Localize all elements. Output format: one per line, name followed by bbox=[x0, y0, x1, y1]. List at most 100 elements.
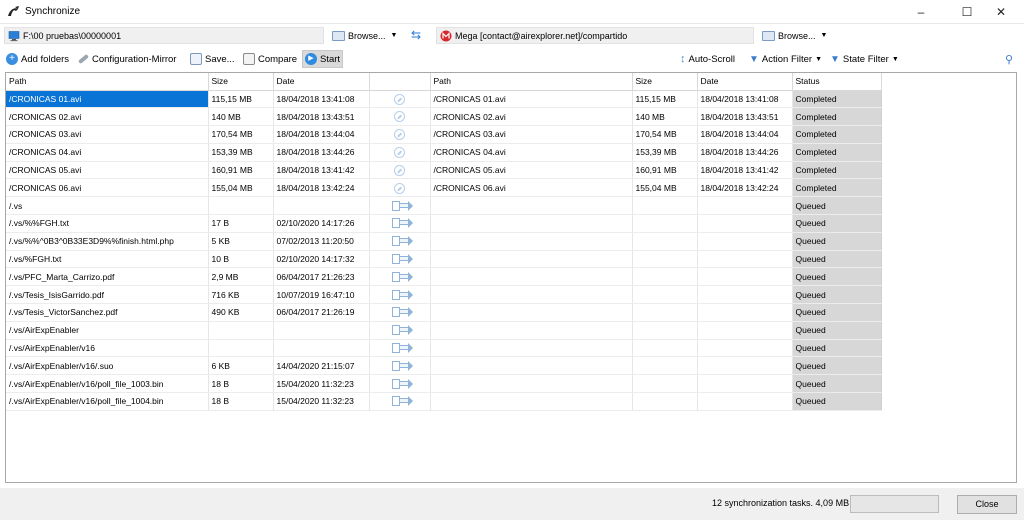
left-browse-button[interactable]: Browse... ▼ bbox=[330, 27, 397, 44]
left-date-cell: 10/07/2019 16:47:10 bbox=[273, 285, 370, 305]
table-row[interactable]: /.vs/AirExpEnabler/v16 Queued bbox=[6, 339, 882, 358]
right-path-value: Mega [contact@airexplorer.net]/compartid… bbox=[455, 31, 628, 41]
status-cell: Completed bbox=[792, 161, 882, 180]
close-window-button[interactable]: ✕ bbox=[978, 0, 1024, 24]
compare-label: Compare bbox=[258, 53, 298, 65]
empty-cell bbox=[6, 410, 208, 428]
table-row[interactable]: /.vs/Tesis_IsisGarrido.pdf 716 KB 10/07/20… bbox=[6, 285, 882, 305]
right-path-cell bbox=[430, 303, 633, 322]
status-cell: Queued bbox=[792, 321, 882, 340]
sync-grid[interactable]: Path Size Date Path Size Date Status /CR… bbox=[5, 72, 1017, 483]
table-row[interactable]: /.vs Queued bbox=[6, 196, 882, 216]
right-date-cell bbox=[697, 214, 793, 233]
left-path-field[interactable]: F:\00 pruebas\00000001 bbox=[4, 27, 324, 44]
right-size-cell bbox=[632, 339, 698, 358]
table-row[interactable]: /.vs/%%^0B3^0B33E3D9%%finish.html.php 5 K… bbox=[6, 232, 882, 251]
left-path-cell: /CRONICAS 02.avi bbox=[6, 107, 209, 127]
right-path-header[interactable]: Path bbox=[430, 73, 633, 91]
right-date-header[interactable]: Date bbox=[697, 73, 793, 91]
left-size-cell bbox=[208, 196, 274, 216]
left-size-header[interactable]: Size bbox=[208, 73, 274, 91]
table-row[interactable]: /.vs/AirExpEnabler Queued bbox=[6, 321, 882, 340]
right-date-cell bbox=[697, 232, 793, 251]
copy-right-icon bbox=[388, 271, 413, 283]
action-header[interactable] bbox=[369, 73, 431, 91]
configuration-button[interactable]: Configuration-Mirror bbox=[76, 50, 178, 68]
compare-button[interactable]: Compare bbox=[241, 50, 299, 68]
status-header[interactable]: Status bbox=[792, 73, 882, 91]
window-title: Synchronize bbox=[25, 6, 81, 17]
copy-right-icon bbox=[388, 253, 413, 265]
left-date-cell: 18/04/2018 13:41:42 bbox=[273, 161, 370, 180]
right-path-cell: /CRONICAS 05.avi bbox=[430, 161, 633, 180]
left-date-header[interactable]: Date bbox=[273, 73, 370, 91]
action-cell bbox=[369, 250, 431, 269]
app-logo-icon bbox=[8, 6, 19, 16]
play-icon: ▶ bbox=[305, 53, 317, 65]
left-path-value: F:\00 pruebas\00000001 bbox=[23, 31, 122, 41]
table-row[interactable]: /CRONICAS 04.avi 153,39 MB 18/04/2018 13:4… bbox=[6, 143, 882, 162]
right-date-cell bbox=[697, 196, 793, 216]
empty-cell bbox=[369, 464, 430, 482]
left-path-cell: /.vs/%FGH.txt bbox=[6, 250, 209, 269]
auto-scroll-icon: ↕ bbox=[680, 53, 686, 65]
table-row[interactable]: /CRONICAS 06.avi 155,04 MB 18/04/2018 13:4… bbox=[6, 178, 882, 198]
right-path-cell bbox=[430, 374, 633, 394]
action-cell bbox=[369, 143, 431, 162]
table-body: /CRONICAS 01.avi 115,15 MB 18/04/2018 13:4… bbox=[6, 90, 882, 482]
status-footer: 12 synchronization tasks. 4,09 MB Close bbox=[0, 488, 1024, 520]
table-row[interactable]: /.vs/%%FGH.txt 17 B 02/10/2020 14:17:26 Que… bbox=[6, 214, 882, 233]
start-button[interactable]: ▶ Start bbox=[302, 50, 344, 68]
left-date-cell bbox=[273, 339, 370, 358]
save-button[interactable]: Save... bbox=[188, 50, 237, 68]
search-button[interactable]: ⚲ bbox=[1003, 50, 1015, 68]
auto-scroll-label: Auto-Scroll bbox=[688, 53, 735, 65]
empty-cell bbox=[273, 446, 369, 464]
right-size-header[interactable]: Size bbox=[632, 73, 698, 91]
action-filter-dropdown[interactable]: ▼ Action Filter ▼ bbox=[747, 50, 824, 68]
left-path-cell: /CRONICAS 04.avi bbox=[6, 143, 209, 162]
left-path-header[interactable]: Path bbox=[6, 73, 209, 91]
table-row[interactable]: /CRONICAS 05.avi 160,91 MB 18/04/2018 13:4… bbox=[6, 161, 882, 180]
left-size-cell: 490 KB bbox=[208, 303, 274, 322]
left-path-cell: /.vs/AirExpEnabler/v16/poll_file_1003.bi… bbox=[6, 374, 209, 394]
swap-icon[interactable]: ⇆ bbox=[406, 29, 426, 43]
table-row[interactable]: /.vs/Tesis_VictorSanchez.pdf 490 KB 06/04/… bbox=[6, 303, 882, 322]
table-row[interactable]: /CRONICAS 03.avi 170,54 MB 18/04/2018 13:4… bbox=[6, 125, 882, 144]
right-path-cell bbox=[430, 356, 633, 376]
table-row[interactable]: /.vs/%FGH.txt 10 B 02/10/2020 14:17:32 Queu… bbox=[6, 250, 882, 269]
right-path-cell: /CRONICAS 04.avi bbox=[430, 143, 633, 162]
copy-right-icon bbox=[388, 378, 413, 390]
table-row[interactable]: /CRONICAS 02.avi 140 MB 18/04/2018 13:43:5… bbox=[6, 107, 882, 127]
status-cell: Queued bbox=[792, 356, 882, 376]
table-row[interactable]: /.vs/PFC_Marta_Carrizo.pdf 2,9 MB 06/04/20… bbox=[6, 267, 882, 287]
right-browse-button[interactable]: Browse... ▼ bbox=[760, 27, 827, 44]
auto-scroll-toggle[interactable]: ↕ Auto-Scroll bbox=[678, 50, 737, 68]
copy-right-icon bbox=[388, 360, 413, 372]
state-filter-dropdown[interactable]: ▼ State Filter ▼ bbox=[828, 50, 901, 68]
table-row[interactable]: /.vs/AirExpEnabler/v16/.suo 6 KB 14/04/202… bbox=[6, 356, 882, 376]
status-cell: Queued bbox=[792, 285, 882, 305]
minimize-button[interactable]: – bbox=[898, 0, 944, 24]
empty-cell bbox=[697, 428, 792, 446]
left-date-cell: 15/04/2020 11:32:23 bbox=[273, 392, 370, 411]
chevron-down-icon: ▼ bbox=[891, 55, 899, 63]
table-row[interactable]: /.vs/AirExpEnabler/v16/poll_file_1003.bi… bbox=[6, 374, 882, 394]
right-date-cell: 18/04/2018 13:43:51 bbox=[697, 107, 793, 127]
table-row[interactable]: /CRONICAS 01.avi 115,15 MB 18/04/2018 13:4… bbox=[6, 90, 882, 109]
equal-icon bbox=[394, 164, 405, 176]
empty-cell bbox=[208, 446, 273, 464]
right-path-cell bbox=[430, 196, 633, 216]
status-cell: Queued bbox=[792, 339, 882, 358]
table-row[interactable]: /.vs/AirExpEnabler/v16/poll_file_1004.bi… bbox=[6, 392, 882, 411]
left-date-cell bbox=[273, 196, 370, 216]
filter-icon: ▼ bbox=[749, 53, 759, 65]
close-button[interactable]: Close bbox=[957, 495, 1017, 514]
right-size-cell bbox=[632, 285, 698, 305]
add-folders-button[interactable]: + Add folders bbox=[4, 50, 71, 68]
empty-cell bbox=[6, 428, 208, 446]
configuration-label: Configuration-Mirror bbox=[92, 53, 177, 65]
right-path-field[interactable]: Mega [contact@airexplorer.net]/compartid… bbox=[436, 27, 754, 44]
right-date-cell: 18/04/2018 13:41:42 bbox=[697, 161, 793, 180]
filter-icon: ▼ bbox=[830, 53, 840, 65]
